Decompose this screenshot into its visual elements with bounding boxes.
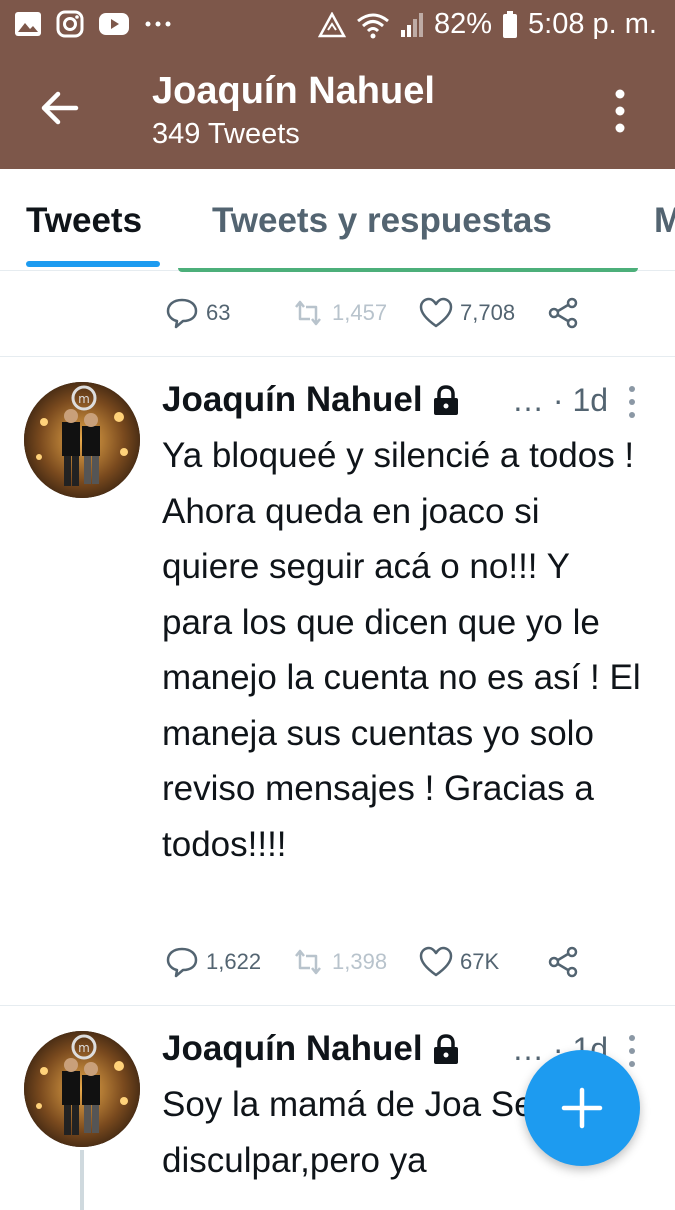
svg-text:m: m: [78, 1041, 90, 1055]
tab-tweets[interactable]: Tweets: [26, 201, 142, 241]
tweet-author[interactable]: Joaquín Nahuel: [162, 380, 461, 420]
avatar[interactable]: m: [24, 1031, 140, 1147]
retweet-count: 1,457: [332, 300, 388, 325]
heart-icon: [419, 946, 453, 977]
share-icon: [548, 946, 578, 978]
avatar[interactable]: m: [24, 382, 140, 498]
reply-icon: [166, 947, 198, 978]
gallery-icon: [15, 12, 41, 36]
profile-header: Joaquín Nahuel 349 Tweets: [0, 56, 675, 169]
reply-count: 63: [206, 300, 231, 325]
clock: 5:08 p. m.: [528, 8, 657, 40]
svg-text:m: m: [78, 392, 90, 406]
retweet-count: 1,398: [332, 949, 388, 974]
signal-icon: [400, 12, 423, 37]
plus-icon: [561, 1087, 603, 1129]
share-button[interactable]: [546, 944, 582, 980]
handle-ellipsis: …: [512, 1031, 544, 1067]
data-saver-icon: [317, 11, 346, 37]
author-name: Joaquín Nahuel: [162, 380, 423, 419]
author-name: Joaquín Nahuel: [162, 1029, 423, 1068]
tweet-meta: … · 1d: [512, 382, 608, 419]
heart-icon: [419, 297, 453, 328]
instagram-icon: [56, 10, 84, 38]
avatar-photo: m: [24, 382, 140, 498]
status-right: 82% 5:08 p. m.: [317, 8, 657, 41]
tab-tweets-replies[interactable]: Tweets y respuestas: [212, 201, 552, 241]
tab-media[interactable]: M: [654, 201, 675, 241]
reply-button[interactable]: 1,622: [164, 944, 261, 980]
handle-ellipsis: …: [512, 382, 544, 418]
more-notifications-icon: [145, 21, 171, 27]
status-left-icons: [14, 10, 172, 38]
status-bar: 82% 5:08 p. m.: [0, 0, 675, 56]
compose-tweet-button[interactable]: [524, 1050, 640, 1166]
like-count: 7,708: [460, 300, 516, 325]
retweet-button[interactable]: 1,398: [290, 944, 387, 980]
battery-percent: 82%: [433, 8, 493, 40]
tweet-divider: [0, 356, 675, 357]
header-title: Joaquín Nahuel: [152, 70, 435, 112]
lock-icon: [433, 385, 458, 415]
tweet-more-icon[interactable]: [622, 1033, 642, 1069]
previous-tweet-actions: 63 1,457 7,708: [0, 295, 675, 335]
active-tab-indicator: [26, 261, 160, 267]
tweet-count: 349 Tweets: [152, 118, 300, 150]
retweet-icon: [295, 949, 321, 975]
tweet-author[interactable]: Joaquín Nahuel: [162, 1029, 461, 1069]
share-button[interactable]: [546, 295, 582, 331]
tweet-divider: [0, 1005, 675, 1006]
tweet-actions: 1,622 1,398 67K: [0, 944, 675, 984]
previous-tweet-media-edge: [178, 268, 638, 272]
wifi-icon: [357, 13, 389, 38]
tweet-more-icon[interactable]: [622, 384, 642, 420]
like-button[interactable]: 67K: [418, 944, 499, 980]
like-button[interactable]: 7,708: [418, 295, 515, 331]
back-arrow-icon[interactable]: [36, 84, 84, 132]
reply-icon: [166, 298, 198, 329]
retweet-icon: [295, 300, 321, 326]
reply-button[interactable]: 63: [164, 295, 230, 331]
reply-count: 1,622: [206, 949, 262, 974]
profile-tabs: Tweets Tweets y respuestas M: [0, 169, 675, 271]
battery-icon: [503, 10, 518, 38]
overflow-menu-icon[interactable]: [602, 86, 638, 136]
lock-icon: [433, 1034, 458, 1064]
like-count: 67K: [460, 949, 500, 974]
youtube-icon: [99, 13, 129, 35]
tweet-text: Ya bloqueé y silencié a todos ! Ahora qu…: [162, 436, 641, 864]
thread-connector-line: [80, 1150, 84, 1210]
avatar-photo: m: [24, 1031, 140, 1147]
retweet-button[interactable]: 1,457: [290, 295, 387, 331]
share-icon: [548, 297, 578, 329]
tweet-time[interactable]: 1d: [572, 382, 608, 418]
meta-separator: ·: [552, 382, 564, 418]
